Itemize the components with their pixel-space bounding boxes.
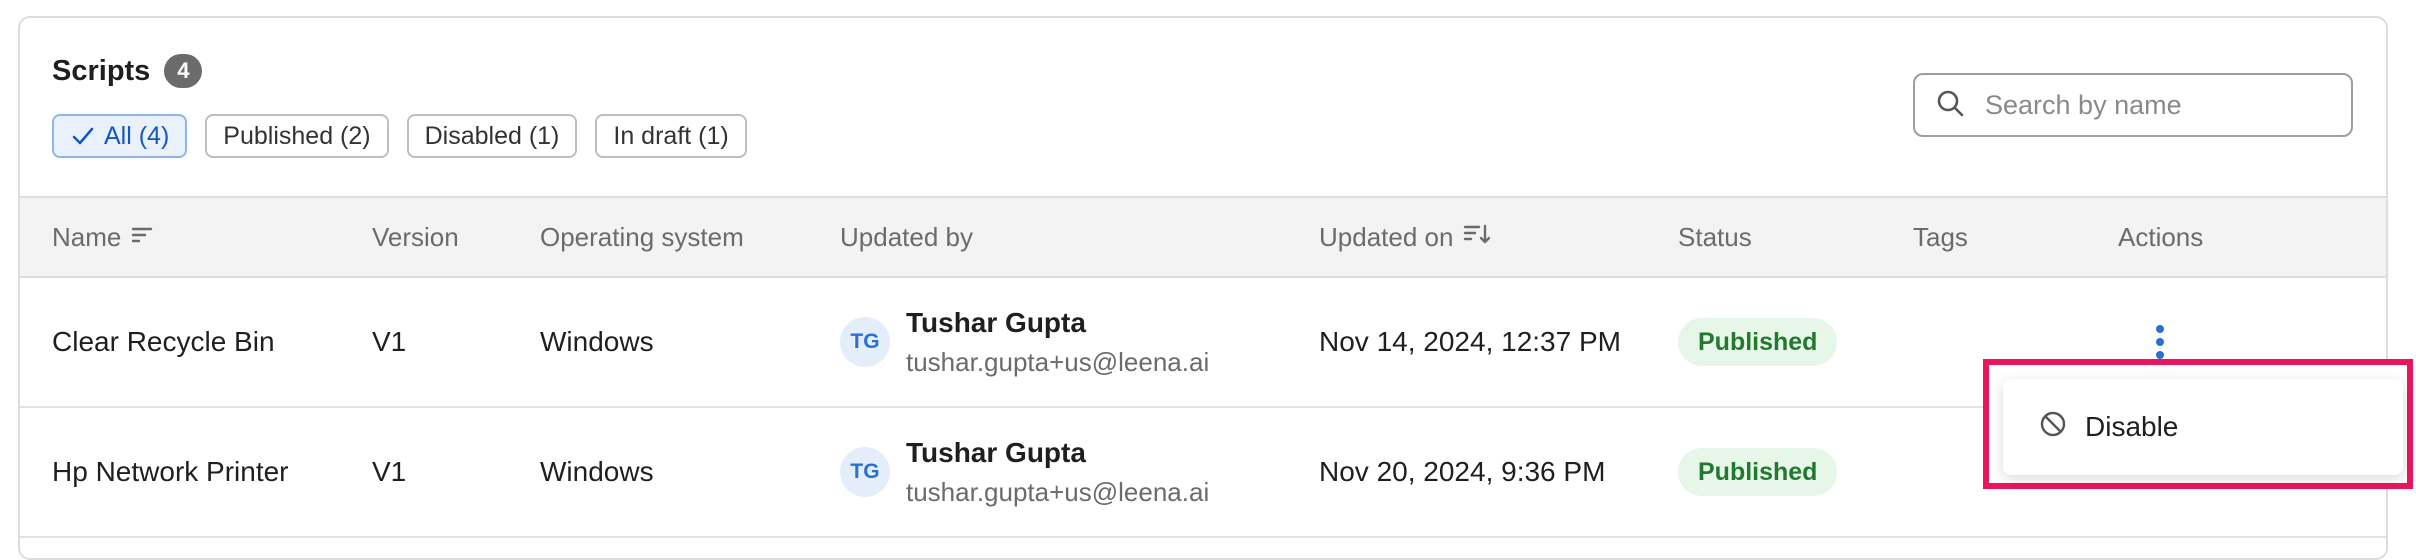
user-name: Tushar Gupta [906, 306, 1086, 338]
sort-descending-icon[interactable] [1463, 222, 1491, 253]
column-label: Updated on [1319, 221, 1454, 252]
menu-item-disable[interactable]: Disable [2003, 379, 2403, 475]
filter-chip-label: All (4) [104, 121, 170, 150]
column-label: Version [372, 221, 459, 252]
column-header-updated-by: Updated by [840, 198, 973, 276]
column-header-version: Version [372, 198, 459, 276]
disable-icon [2039, 410, 2067, 445]
filter-chip-published[interactable]: Published (2) [205, 114, 389, 158]
updated-by: TG Tushar Gupta tushar.gupta+us@leena.ai [840, 408, 1209, 536]
column-label: Operating system [540, 221, 744, 252]
menu-item-label: Disable [2085, 411, 2179, 442]
updated-on: Nov 14, 2024, 12:37 PM [1319, 326, 1621, 357]
column-header-os: Operating system [540, 198, 744, 276]
card-header: Scripts 4 All (4) Published (2) Disabled… [20, 18, 2386, 196]
column-label: Actions [2118, 221, 2204, 252]
script-version: V1 [372, 326, 407, 357]
filter-chip-all[interactable]: All (4) [52, 114, 188, 158]
column-label: Updated by [840, 221, 973, 252]
status-badge: Published [1678, 318, 1838, 366]
filter-chip-in-draft[interactable]: In draft (1) [595, 114, 747, 158]
column-header-tags: Tags [1913, 198, 1968, 276]
column-label: Name [52, 221, 122, 252]
avatar: TG [840, 317, 890, 367]
action-menu-highlight: Disable [1983, 359, 2413, 489]
column-header-actions: Actions [2118, 198, 2203, 276]
search-box[interactable] [1913, 73, 2353, 137]
script-name: Clear Recycle Bin [52, 326, 275, 357]
filter-chip-label: Published (2) [223, 121, 371, 150]
updated-by: TG Tushar Gupta tushar.gupta+us@leena.ai [840, 278, 1209, 406]
status-badge: Published [1678, 448, 1838, 496]
column-label: Tags [1913, 221, 1968, 252]
count-badge: 4 [164, 54, 203, 88]
filter-chip-disabled[interactable]: Disabled (1) [406, 114, 578, 158]
avatar: TG [840, 447, 890, 497]
filter-chip-label: In draft (1) [613, 121, 729, 150]
script-os: Windows [540, 326, 654, 357]
user-name: Tushar Gupta [906, 436, 1086, 468]
search-input[interactable] [1983, 88, 2327, 122]
filter-chip-label: Disabled (1) [424, 121, 560, 150]
user-email: tushar.gupta+us@leena.ai [906, 346, 1210, 377]
script-version: V1 [372, 456, 407, 487]
status-cell: Published [1678, 278, 1838, 406]
search-icon [1935, 88, 1965, 123]
status-cell: Published [1678, 408, 1838, 536]
filter-chips: All (4) Published (2) Disabled (1) In dr… [52, 114, 747, 158]
user-email: tushar.gupta+us@leena.ai [906, 476, 1210, 507]
page-title: Scripts [52, 54, 151, 87]
title-row: Scripts 4 [52, 54, 203, 88]
column-label: Status [1678, 221, 1752, 252]
check-icon [70, 123, 96, 149]
script-os: Windows [540, 456, 654, 487]
user-info: Tushar Gupta tushar.gupta+us@leena.ai [906, 307, 1209, 378]
updated-on: Nov 20, 2024, 9:36 PM [1319, 456, 1606, 487]
user-info: Tushar Gupta tushar.gupta+us@leena.ai [906, 437, 1209, 508]
column-header-updated-on[interactable]: Updated on [1319, 198, 1491, 276]
table-header: Name Version Operating system Updated by… [20, 196, 2386, 278]
column-header-name[interactable]: Name [52, 198, 153, 276]
script-name: Hp Network Printer [52, 456, 289, 487]
column-header-status: Status [1678, 198, 1752, 276]
sort-icon[interactable] [131, 222, 153, 253]
